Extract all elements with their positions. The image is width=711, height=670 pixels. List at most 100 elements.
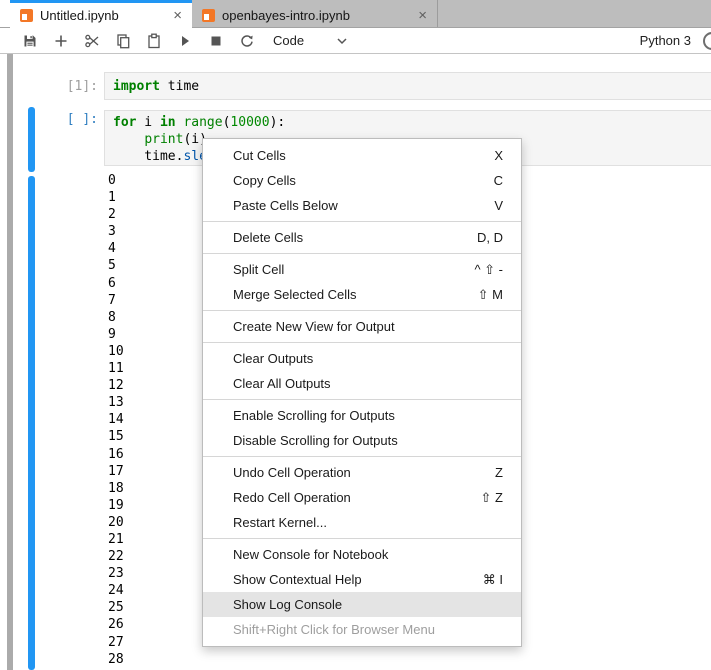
cell-2-output: 0123456789101112131415161718192021222324…: [108, 172, 124, 668]
output-line: 1: [108, 189, 124, 206]
menu-separator: [203, 253, 521, 254]
menu-item-show-contextual-help[interactable]: Show Contextual Help⌘ I: [203, 567, 521, 592]
code-token: range: [183, 115, 222, 130]
output-line: 12: [108, 377, 124, 394]
code-token: ):: [270, 115, 286, 130]
notebook-icon: [20, 9, 33, 22]
notebook-icon: [202, 9, 215, 22]
output-line: 4: [108, 240, 124, 257]
menu-item-split-cell[interactable]: Split Cell ^ ⇧ -: [203, 257, 521, 282]
close-icon[interactable]: ×: [171, 8, 184, 23]
tab-openbayes-intro-ipynb[interactable]: openbayes-intro.ipynb ×: [192, 0, 438, 27]
tab-label: Untitled.ipynb: [40, 8, 119, 23]
menu-item-shortcut: ⇧ M: [478, 287, 503, 303]
stop-button[interactable]: [204, 30, 228, 52]
code-token: print: [144, 132, 183, 147]
jupyterlab-window: Untitled.ipynb × openbayes-intro.ipynb ×: [0, 0, 711, 670]
output-line: 24: [108, 582, 124, 599]
menu-item-disable-scrolling-for-outputs[interactable]: Disable Scrolling for Outputs: [203, 428, 521, 453]
menu-item-enable-scrolling-for-outputs[interactable]: Enable Scrolling for Outputs: [203, 403, 521, 428]
save-icon: [22, 33, 38, 49]
menu-item-new-console-for-notebook[interactable]: New Console for Notebook: [203, 542, 521, 567]
menu-item-shift-right-click-for-browser-menu: Shift+Right Click for Browser Menu: [203, 617, 521, 642]
add-cell-icon: [53, 33, 69, 49]
copy-cells-icon: [115, 33, 131, 49]
code-token: [113, 132, 144, 147]
menu-item-cut-cells[interactable]: Cut Cells X: [203, 143, 521, 168]
panel-left-border: [7, 53, 13, 670]
output-line: 5: [108, 257, 124, 274]
output-line: 19: [108, 497, 124, 514]
menu-item-create-new-view-for-output[interactable]: Create New View for Output: [203, 314, 521, 339]
context-menu: Cut Cells X Copy CellsCPaste Cells BelowV D…: [202, 138, 522, 647]
cell-1-prompt: [1]:: [30, 79, 98, 95]
menu-separator: [203, 538, 521, 539]
cell-2-output-collapser[interactable]: [28, 176, 35, 670]
menu-item-label: Delete Cells: [233, 230, 303, 245]
menu-item-label: New Console for Notebook: [233, 547, 388, 562]
menu-item-shortcut: D, D: [477, 230, 503, 245]
menu-item-paste-cells-below[interactable]: Paste Cells BelowV: [203, 193, 521, 218]
menu-item-label: Clear All Outputs: [233, 376, 331, 391]
cell-type-select[interactable]: Code: [273, 33, 304, 48]
cell-type-dropdown-button[interactable]: [330, 30, 354, 52]
menu-item-undo-cell-operation[interactable]: Undo Cell Operation Z: [203, 460, 521, 485]
save-button[interactable]: [18, 30, 42, 52]
menu-item-delete-cells[interactable]: Delete Cells D, D: [203, 225, 521, 250]
paste-cells-button[interactable]: [142, 30, 166, 52]
restart-kernel-button[interactable]: [235, 30, 259, 52]
menu-item-label: Paste Cells Below: [233, 198, 338, 213]
menu-item-label: Cut Cells: [233, 148, 286, 163]
chevron-down-icon: [336, 37, 348, 45]
output-line: 8: [108, 309, 124, 326]
menu-separator: [203, 342, 521, 343]
output-line: 15: [108, 428, 124, 445]
menu-separator: [203, 456, 521, 457]
code-token: i: [136, 115, 159, 130]
cut-cells-button[interactable]: [80, 30, 104, 52]
code-token: 10000: [230, 115, 269, 130]
output-line: 14: [108, 411, 124, 428]
menu-item-clear-outputs[interactable]: Clear Outputs: [203, 346, 521, 371]
restart-kernel-icon: [239, 33, 255, 49]
cell-1-code: import time: [105, 73, 711, 95]
output-line: 20: [108, 514, 124, 531]
menu-item-show-log-console[interactable]: Show Log Console: [203, 592, 521, 617]
output-line: 0: [108, 172, 124, 189]
close-icon[interactable]: ×: [416, 8, 429, 23]
menu-separator: [203, 399, 521, 400]
menu-item-label: Copy Cells: [233, 173, 296, 188]
menu-item-label: Enable Scrolling for Outputs: [233, 408, 395, 423]
code-token: time: [160, 79, 199, 94]
menu-item-label: Show Log Console: [233, 597, 342, 612]
kernel-status-icon: [703, 32, 711, 50]
copy-cells-button[interactable]: [111, 30, 135, 52]
output-line: 18: [108, 480, 124, 497]
output-line: 23: [108, 565, 124, 582]
menu-item-copy-cells[interactable]: Copy CellsC: [203, 168, 521, 193]
menu-item-restart-kernel[interactable]: Restart Kernel...: [203, 510, 521, 535]
menu-item-label: Merge Selected Cells: [233, 287, 357, 302]
menu-item-label: Undo Cell Operation: [233, 465, 351, 480]
output-line: 11: [108, 360, 124, 377]
menu-item-label: Clear Outputs: [233, 351, 313, 366]
tab-untitled-ipynb[interactable]: Untitled.ipynb ×: [10, 0, 192, 28]
menu-item-shortcut: Z: [495, 465, 503, 480]
kernel-name[interactable]: Python 3: [640, 33, 691, 48]
run-button[interactable]: [173, 30, 197, 52]
menu-item-shortcut: X: [494, 148, 503, 163]
cell-2-prompt: [ ]:: [30, 112, 98, 128]
menu-separator: [203, 310, 521, 311]
add-cell-button[interactable]: [49, 30, 73, 52]
menu-item-clear-all-outputs[interactable]: Clear All Outputs: [203, 371, 521, 396]
output-line: 6: [108, 275, 124, 292]
menu-item-merge-selected-cells[interactable]: Merge Selected Cells ⇧ M: [203, 282, 521, 307]
menu-item-label: Create New View for Output: [233, 319, 395, 334]
menu-item-label: Shift+Right Click for Browser Menu: [233, 622, 435, 637]
menu-item-label: Split Cell: [233, 262, 284, 277]
menu-item-shortcut: ^ ⇧ -: [474, 262, 503, 278]
output-line: 2: [108, 206, 124, 223]
menu-item-redo-cell-operation[interactable]: Redo Cell Operation⇧ Z: [203, 485, 521, 510]
cell-1-editor[interactable]: import time: [104, 72, 711, 100]
code-token: for: [113, 115, 136, 130]
